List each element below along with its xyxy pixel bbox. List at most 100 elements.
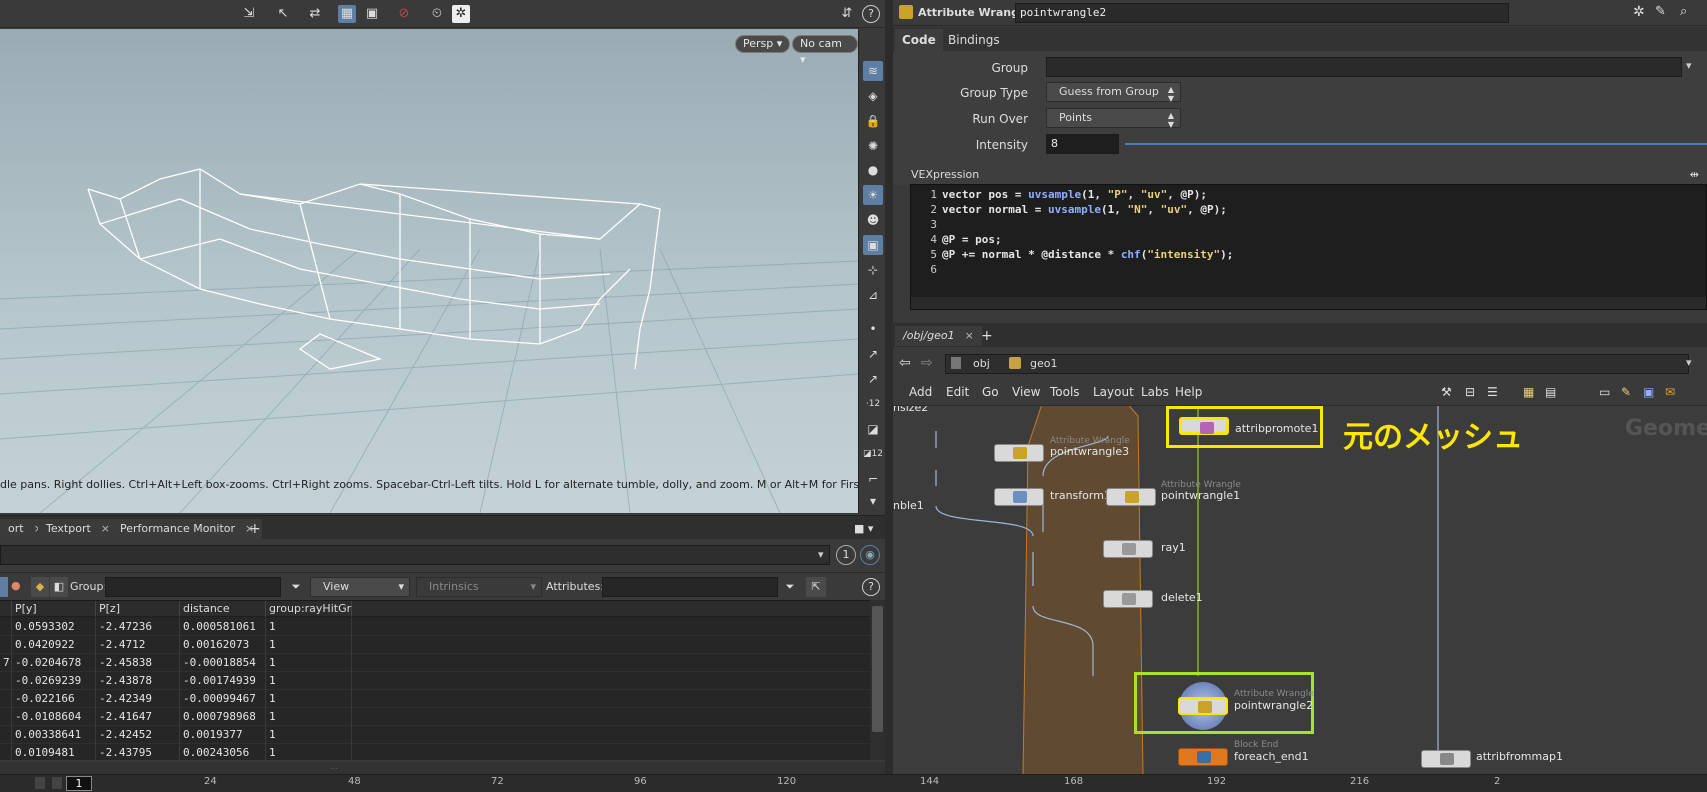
node-name-label[interactable]: delete1 (1161, 591, 1203, 604)
filter-icon[interactable]: ⏷ (780, 577, 800, 597)
run-over-dropdown[interactable]: Points ▲ ▼ (1046, 108, 1181, 129)
tree-icon[interactable]: ⊟ (1465, 385, 1475, 399)
point-display-icon[interactable]: • (863, 319, 883, 339)
table-row[interactable]: -0.0269239 -2.43878 -0.00174939 1 (0, 672, 870, 690)
menu-add[interactable]: Add (909, 385, 932, 399)
wrench-icon[interactable]: ⚒ (1441, 385, 1452, 399)
table-row[interactable]: 0.0593302 -2.47236 0.000581061 1 (0, 618, 870, 636)
menu-layout[interactable]: Layout (1093, 385, 1134, 399)
gear-icon[interactable]: ✲ (1633, 4, 1645, 20)
table-row[interactable]: 0.00338641 -2.42452 0.0019377 1 (0, 726, 870, 744)
display-options-icon[interactable]: ⇵ (838, 5, 856, 23)
node-name-label[interactable]: ray1 (1161, 541, 1186, 554)
node-name-field[interactable]: pointwrangle2 (1015, 3, 1509, 23)
headlight-icon[interactable]: ☀ (863, 185, 883, 205)
pane-layout-icon[interactable]: ■ ▾ (846, 519, 881, 539)
lock-icon[interactable]: 🔒 (863, 111, 883, 131)
grid-list-icon[interactable]: ▤ (1545, 385, 1556, 399)
menu-view[interactable]: View (1012, 385, 1040, 399)
node-delete1[interactable] (1103, 590, 1153, 608)
node-foreach-end1[interactable] (1178, 748, 1228, 766)
add-tab-button[interactable]: + (973, 326, 1001, 346)
path-geo[interactable]: geo1 (1030, 357, 1057, 370)
network-box-icon[interactable]: ▭ (1599, 385, 1610, 399)
timeline[interactable]: 1 24 48 72 96 120 144 168 192 216 2 (0, 774, 1707, 792)
table-row[interactable]: 0.0420922 -2.4712 0.00162073 1 (0, 636, 870, 654)
column-header-py[interactable]: P[y] (12, 601, 96, 617)
sticky-note-icon[interactable]: ✎ (1621, 385, 1631, 399)
vex-code-editor[interactable]: 1 2 3 4 5 6 vector pos = uvsample(1, "P"… (910, 184, 1707, 310)
wireframe-icon[interactable]: ≋ (863, 61, 883, 81)
snap-toggle-icon[interactable]: ▦ (338, 5, 356, 23)
spreadsheet-scrollbar[interactable] (870, 600, 885, 760)
column-header-distance[interactable]: distance (180, 601, 266, 617)
prim-mode-icon[interactable]: ◆ (31, 577, 49, 597)
export-icon[interactable]: ⇱ (806, 577, 826, 597)
pin-icon[interactable]: ◉ (860, 545, 880, 565)
table-row[interactable]: 7 -0.0204678 -2.45838 -0.00018854 1 (0, 654, 870, 672)
search-icon[interactable]: ⌕ (1680, 4, 1687, 19)
node-name-label[interactable]: pointwrangle2 (1234, 699, 1313, 712)
filter-icon[interactable]: ⏷ (286, 577, 306, 597)
group-type-dropdown[interactable]: Guess from Group ▲ ▼ (1046, 82, 1181, 103)
node-name-label[interactable]: foreach_end1 (1234, 750, 1309, 763)
presets-icon[interactable]: ✎ (1655, 4, 1666, 19)
uv-display-icon[interactable]: ⌐ (863, 469, 883, 489)
prim-number-icon[interactable]: ◪12 (863, 444, 883, 464)
back-arrow-icon[interactable]: ⇦ (899, 355, 911, 371)
menu-tools[interactable]: Tools (1050, 385, 1080, 399)
node-attribfrommap1[interactable] (1421, 750, 1471, 768)
point-number-icon[interactable]: ·12 (863, 394, 883, 414)
forward-arrow-icon[interactable]: ⇨ (921, 355, 933, 371)
pane-splitter[interactable] (885, 0, 893, 774)
detail-mode-icon[interactable]: ◧ (50, 577, 68, 597)
chevron-down-icon[interactable]: ▾ (1686, 356, 1692, 369)
vertex-mode-icon[interactable]: ● (11, 579, 21, 592)
gear-icon[interactable]: ✲ (452, 5, 470, 23)
node-name-label[interactable]: pointwrangle3 (1050, 445, 1129, 458)
code-line[interactable]: vector normal = uvsample(1, "N", "uv", @… (942, 203, 1227, 216)
menu-help[interactable]: Help (1175, 385, 1202, 399)
column-header-group[interactable]: group:rayHitGr (266, 601, 352, 617)
node-pointwrangle3[interactable] (994, 444, 1044, 462)
select-arrow-icon[interactable]: ↖ (274, 5, 292, 23)
table-row[interactable]: -0.022166 -2.42349 -0.00099467 1 (0, 690, 870, 708)
transform-tool-icon[interactable]: ⇄ (306, 5, 324, 23)
expand-editor-icon[interactable]: ⇹ (1690, 165, 1699, 185)
display-normals-icon[interactable]: ⊿ (863, 285, 883, 305)
node-name-label[interactable]: transform1 (1050, 489, 1111, 502)
tab-textport[interactable]: Textport × (38, 519, 119, 539)
current-frame-field[interactable]: 1 (66, 776, 92, 791)
camera-icon[interactable]: ▣ (863, 235, 883, 255)
tab-performance-monitor[interactable]: Performance Monitor × (112, 519, 263, 539)
node-pointwrangle1[interactable] (1106, 488, 1156, 506)
secure-selection-icon[interactable]: ▣ (363, 5, 381, 23)
node-name-label[interactable]: pointwrangle1 (1161, 489, 1240, 502)
intrinsics-dropdown[interactable]: Intrinsics ▾ (416, 577, 542, 597)
column-header-pz[interactable]: P[z] (96, 601, 180, 617)
intensity-slider[interactable] (1125, 143, 1707, 145)
nsize-label[interactable]: nsize2 (893, 406, 928, 414)
node-name-label[interactable]: attribfrommap1 (1476, 750, 1563, 763)
tab-obj-geo1[interactable]: /obj/geo1 × (895, 326, 982, 346)
persp-menu-button[interactable]: Persp ▾ (735, 35, 791, 53)
frame-circle-button[interactable]: 1 (836, 545, 856, 565)
primitive-display-icon[interactable]: ◪ (863, 419, 883, 439)
node-path-field[interactable] (0, 545, 830, 565)
grid-icon[interactable]: ▦ (1523, 385, 1534, 399)
attributes-filter-input[interactable] (602, 577, 778, 597)
add-tab-button[interactable]: + (241, 519, 269, 539)
camera-menu-button[interactable]: No cam ▾ (792, 35, 858, 66)
menu-go[interactable]: Go (982, 385, 999, 399)
scroll-thumb[interactable] (872, 606, 883, 732)
nble-label[interactable]: nble1 (893, 499, 924, 512)
display-points-icon[interactable]: ⊹ (863, 260, 883, 280)
editor-hscrollbar[interactable] (911, 297, 1706, 309)
view-dropdown[interactable]: View ▾ (310, 577, 410, 597)
chevron-down-icon[interactable]: ▾ (1686, 59, 1692, 72)
tab-bindings[interactable]: Bindings (941, 29, 1007, 51)
code-line[interactable]: @P = pos; (942, 233, 1002, 246)
3d-viewport[interactable]: Persp ▾ No cam ▾ dle pans. Right dollies… (0, 29, 858, 513)
mode-indicator[interactable] (0, 577, 8, 597)
shading-icon[interactable]: ◈ (863, 86, 883, 106)
